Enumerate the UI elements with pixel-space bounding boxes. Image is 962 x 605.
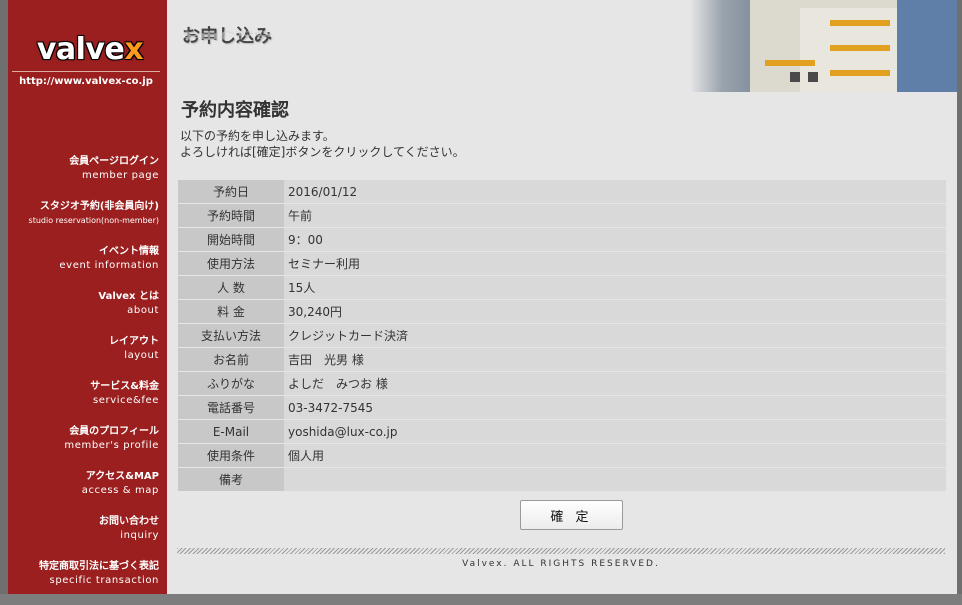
photo-balcony-rail	[830, 70, 890, 76]
sidebar-item-member-page[interactable]: 会員ページログイン member page	[8, 155, 159, 200]
sidebar-item-label-ja: アクセス&MAP	[85, 471, 159, 482]
row-label: 支払い方法	[178, 323, 284, 348]
row-label: 使用条件	[178, 443, 284, 468]
sidebar-item-label-ja: Valvex とは	[98, 291, 159, 302]
sidebar-item-label-ja: 特定商取引法に基づく表記	[39, 561, 159, 572]
row-label: E-Mail	[178, 419, 284, 444]
site-url[interactable]: http://www.valvex-co.jp	[12, 76, 160, 87]
row-value: クレジットカード決済	[284, 323, 946, 348]
sidebar-item-event-information[interactable]: イベント情報 event information	[8, 245, 159, 290]
sidebar-item-label-en: studio reservation(non-member)	[28, 216, 159, 225]
table-row: 開始時間 9：00	[178, 227, 946, 252]
table-row: 電話番号 03-3472-7545	[178, 395, 946, 420]
row-value: 9：00	[284, 227, 946, 252]
row-value: セミナー利用	[284, 251, 946, 276]
sidebar-item-label-en: access & map	[81, 485, 159, 496]
row-label: 使用方法	[178, 251, 284, 276]
intro-line: 以下の予約を申し込みます。	[180, 129, 335, 143]
row-value: 吉田 光男 様	[284, 347, 946, 372]
sidebar-item-label-ja: イベント情報	[99, 246, 159, 257]
row-value: 30,240円	[284, 299, 946, 324]
sidebar-item-label-ja: レイアウト	[109, 336, 159, 347]
row-label: 料 金	[178, 299, 284, 324]
photo-balcony-rail	[765, 60, 815, 66]
sidebar-item-label-ja: スタジオ予約(非会員向け)	[39, 201, 159, 212]
sidebar-item-label-ja: お問い合わせ	[99, 516, 159, 527]
reservation-table: 予約日 2016/01/12 予約時間 午前 開始時間 9：00 使用方法 セミナー利用…	[178, 180, 946, 492]
photo-sky	[897, 0, 957, 92]
table-row: ふりがな よしだ みつお 様	[178, 371, 946, 396]
table-row: 使用方法 セミナー利用	[178, 251, 946, 276]
table-row: 備考	[178, 467, 946, 492]
sidebar-item-label-en: member page	[81, 170, 159, 181]
footer-divider	[177, 548, 945, 554]
window-frame-right	[957, 0, 962, 594]
row-label: 人 数	[178, 275, 284, 300]
page-header: お申し込み お申し込み	[167, 0, 957, 92]
main-content: お申し込み お申し込み 予約内容確認 以下の予約を申し込みます。 よろしければ[…	[167, 0, 957, 594]
row-value: 15人	[284, 275, 946, 300]
row-value	[284, 467, 946, 492]
sidebar-item-label-en: service&fee	[92, 395, 159, 406]
intro-line: よろしければ[確定]ボタンをクリックしてください。	[180, 145, 465, 159]
sidebar-item-label-ja: 会員ページログイン	[69, 156, 159, 167]
sidebar-item-layout[interactable]: レイアウト layout	[8, 335, 159, 380]
sidebar-item-about[interactable]: Valvex とは about	[8, 290, 159, 335]
row-value: 03-3472-7545	[284, 395, 946, 420]
table-row: 料 金 30,240円	[178, 299, 946, 324]
intro-text: 以下の予約を申し込みます。 よろしければ[確定]ボタンをクリックしてください。	[180, 128, 465, 160]
valvex-logo[interactable]: valvex	[26, 32, 154, 68]
sidebar-item-label-ja: 会員のプロフィール	[69, 426, 159, 437]
table-row: 支払い方法 クレジットカード決済	[178, 323, 946, 348]
table-row: お名前 吉田 光男 様	[178, 347, 946, 372]
photo-balcony-rail	[830, 20, 890, 26]
photo-window	[808, 72, 818, 82]
row-value: よしだ みつお 様	[284, 371, 946, 396]
photo-balcony-rail	[830, 45, 890, 51]
page-title: 予約内容確認	[181, 100, 289, 121]
sidebar-nav: 会員ページログイン member page スタジオ予約(非会員向け) stud…	[8, 155, 159, 605]
sidebar-item-label-en: event information	[59, 260, 159, 271]
sidebar-item-label-ja: サービス&料金	[90, 381, 159, 392]
row-label: 備考	[178, 467, 284, 492]
sidebar-item-access-map[interactable]: アクセス&MAP access & map	[8, 470, 159, 515]
table-row: 人 数 15人	[178, 275, 946, 300]
row-label: お名前	[178, 347, 284, 372]
sidebar-item-inquiry[interactable]: お問い合わせ inquiry	[8, 515, 159, 560]
sidebar-item-label-en: specific transaction	[49, 575, 159, 586]
divider	[12, 71, 160, 72]
confirm-button[interactable]: 確 定	[520, 500, 623, 530]
sidebar-item-label-en: inquiry	[120, 530, 159, 541]
sidebar: valvex http://www.valvex-co.jp 会員ページログイン…	[8, 0, 167, 594]
row-label: ふりがな	[178, 371, 284, 396]
sidebar-item-label-en: layout	[124, 350, 159, 361]
sidebar-item-label-en: about	[127, 305, 159, 316]
logo-text-accent: x	[124, 32, 144, 67]
table-row: 予約日 2016/01/12	[178, 180, 946, 204]
photo-window	[790, 72, 800, 82]
footer-copyright: Valvex. ALL RIGHTS RESERVED.	[462, 559, 660, 569]
logo-text: valve	[36, 32, 125, 67]
row-value: yoshida@lux-co.jp	[284, 419, 946, 444]
window-frame-left	[0, 0, 8, 594]
row-label: 予約時間	[178, 203, 284, 228]
row-label: 予約日	[178, 180, 284, 204]
sidebar-item-specific-transaction[interactable]: 特定商取引法に基づく表記 specific transaction	[8, 560, 159, 605]
table-row: 使用条件 個人用	[178, 443, 946, 468]
sidebar-item-member-profile[interactable]: 会員のプロフィール member's profile	[8, 425, 159, 470]
row-value: 2016/01/12	[284, 180, 946, 204]
sidebar-item-studio-reservation[interactable]: スタジオ予約(非会員向け) studio reservation(non-mem…	[8, 200, 159, 245]
row-value: 個人用	[284, 443, 946, 468]
building-photo	[690, 0, 957, 92]
table-row: E-Mail yoshida@lux-co.jp	[178, 419, 946, 444]
row-label: 開始時間	[178, 227, 284, 252]
header-title-reflection: お申し込み	[182, 29, 272, 41]
table-row: 予約時間 午前	[178, 203, 946, 228]
row-value: 午前	[284, 203, 946, 228]
sidebar-item-label-en: member's profile	[64, 440, 159, 451]
sidebar-item-service-fee[interactable]: サービス&料金 service&fee	[8, 380, 159, 425]
row-label: 電話番号	[178, 395, 284, 420]
